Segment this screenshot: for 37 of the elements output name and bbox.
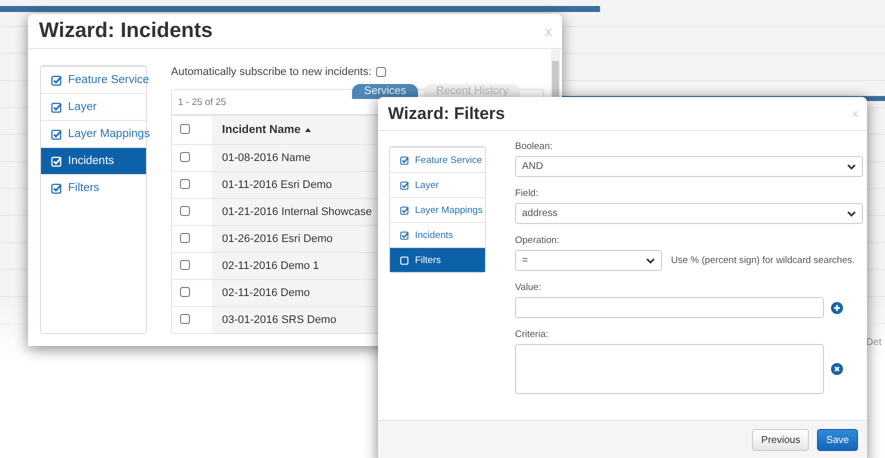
save-button[interactable]: Save — [817, 429, 858, 451]
row-checkbox[interactable] — [180, 178, 190, 188]
chevron-down-icon — [847, 164, 856, 170]
wizard-step[interactable]: Filters — [390, 247, 485, 272]
row-checkbox[interactable] — [180, 232, 190, 242]
wizard-step[interactable]: Layer Mappings — [390, 197, 485, 222]
wizard-step[interactable]: Layer — [390, 172, 485, 197]
field-label: Value: — [515, 282, 542, 294]
row-checkbox[interactable] — [180, 152, 190, 162]
plus-circle-icon[interactable] — [831, 302, 843, 314]
row-checkbox[interactable] — [180, 206, 190, 216]
row-checkbox[interactable] — [180, 260, 190, 270]
value-field[interactable] — [515, 297, 824, 318]
wizard-step[interactable]: Incidents — [41, 147, 146, 174]
field-label: Field: — [515, 188, 540, 200]
dropdown[interactable]: AND — [515, 156, 863, 177]
dropdown[interactable]: address — [515, 203, 863, 224]
background-tab[interactable]: Services — [352, 84, 418, 99]
column-header[interactable]: Incident Name — [212, 124, 311, 136]
row-checkbox[interactable] — [180, 286, 190, 296]
dropdown[interactable]: = — [515, 250, 662, 271]
subscribe-checkbox[interactable] — [376, 67, 386, 77]
hint-text: Use % (percent sign) for wildcard searches. — [671, 255, 855, 266]
x-circle-icon[interactable] — [831, 363, 843, 375]
previous-button[interactable]: Previous — [752, 429, 810, 451]
wizard-step[interactable]: Filters — [41, 174, 146, 201]
wizard-step[interactable]: Feature Service — [390, 147, 485, 172]
wizard-step[interactable]: Layer — [41, 93, 146, 120]
row-checkbox[interactable] — [180, 314, 190, 324]
select-all-checkbox[interactable] — [180, 124, 190, 134]
dialog-title: Wizard: Incidents — [39, 19, 213, 43]
sort-caret-icon — [304, 128, 311, 132]
chevron-down-icon — [847, 210, 856, 216]
criteria-field[interactable] — [515, 344, 824, 394]
background-text: Det — [866, 337, 882, 348]
subscribe-label: Automatically subscribe to new incidents: — [171, 66, 372, 78]
chevron-down-icon — [646, 258, 655, 264]
